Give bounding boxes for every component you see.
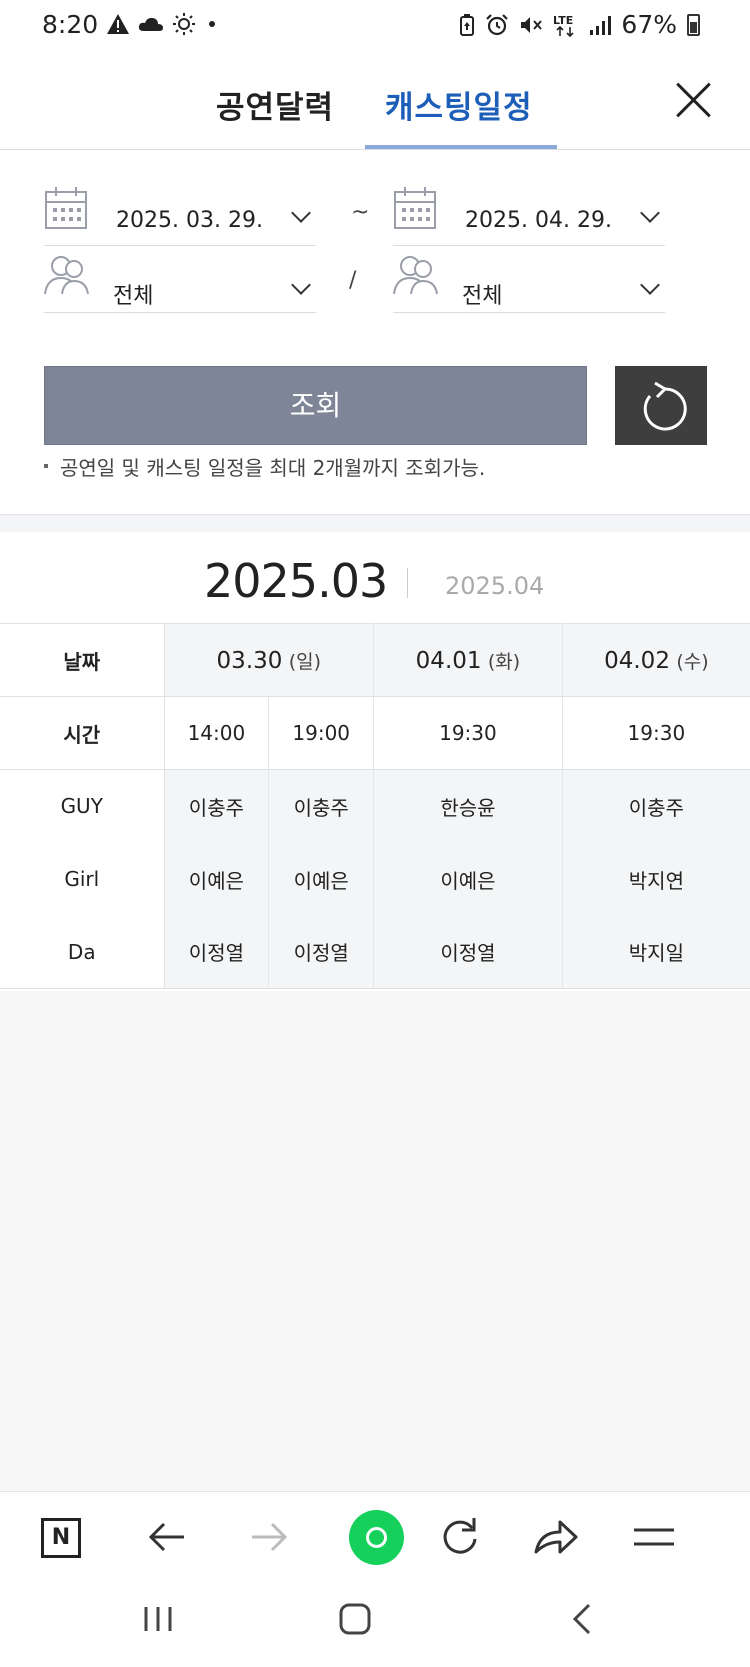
alarm-icon [486,13,509,35]
battery-icon [687,13,700,36]
cast-from-value: 전체 [113,284,154,309]
system-nav-bar [0,1579,750,1667]
table-row: 날짜 03.30 (일) 04.01 (화) 04.02 (수) [0,623,750,697]
reset-button[interactable] [615,366,707,445]
battery-saver-icon [460,13,475,36]
month-header: 2025.03 2025.04 [0,532,750,624]
calendar-icon [394,187,436,229]
people-icon [44,256,89,295]
date-cell: 03.30 (일) [164,623,375,697]
casting-schedule-table: 날짜 03.30 (일) 04.01 (화) 04.02 (수) 시간 14:0… [0,623,750,989]
table-row: Da 이정열 이정열 이정열 박지일 [0,915,750,989]
month-divider [407,568,408,598]
cast-to-value: 전체 [462,284,503,309]
cast-cell: 박지연 [562,842,750,916]
close-icon[interactable] [674,80,714,120]
search-note: 공연일 및 캐스팅 일정을 최대 2개월까지 조회가능. [44,452,485,481]
search-button[interactable]: 조회 [44,366,587,445]
cast-cell: 이정열 [373,915,563,989]
menu-icon[interactable] [626,1512,682,1562]
filter-panel: 2025. 03. 29. ~ 2025. 04. 29. 전체 / 전체 조회… [0,150,750,515]
mute-icon [521,16,543,33]
share-icon[interactable] [528,1512,584,1562]
start-date-value: 2025. 03. 29. [116,208,263,233]
svg-text:LTE: LTE [553,14,573,27]
people-icon [393,256,438,295]
browser-toolbar: N [0,1491,750,1579]
cast-cell: 이충주 [562,769,750,843]
cast-cell: 이예은 [164,842,270,916]
recent-apps-icon[interactable] [140,1599,176,1639]
table-row: 시간 14:00 19:00 19:30 19:30 [0,696,750,770]
end-date-value: 2025. 04. 29. [465,208,612,233]
chevron-down-icon [291,275,311,295]
section-divider [0,514,750,532]
cast-separator: / [349,268,357,293]
tab-bar: 공연달력 캐스팅일정 [0,60,750,150]
naver-home-button[interactable]: N [41,1518,81,1558]
chevron-down-icon [640,203,660,223]
status-time: 8:20 [42,10,99,39]
green-dot-button[interactable] [349,1510,404,1565]
role-label: Da [0,915,165,989]
time-cell: 19:30 [373,696,563,770]
cast-cell: 이충주 [164,769,270,843]
date-cell: 04.02 (수) [562,623,750,697]
current-month[interactable]: 2025.03 [204,554,388,608]
cloud-icon [138,17,163,31]
next-month[interactable]: 2025.04 [445,572,544,600]
back-arrow-icon[interactable] [140,1512,196,1562]
calendar-icon [45,187,87,229]
table-row: Girl 이예은 이예은 이예은 박지연 [0,842,750,916]
end-date-select[interactable]: 2025. 04. 29. [393,186,665,246]
cast-cell: 박지일 [562,915,750,989]
signal-icon [590,15,612,35]
forward-arrow-icon[interactable] [240,1512,296,1562]
cast-cell: 이정열 [268,915,375,989]
cast-from-select[interactable]: 전체 [44,252,316,313]
lte-icon: LTE [553,14,574,37]
start-date-select[interactable]: 2025. 03. 29. [44,186,316,246]
cast-cell: 이충주 [268,769,375,843]
battery-percent: 67% [621,10,677,39]
cast-cell: 한승윤 [373,769,563,843]
dot-icon [209,21,215,27]
status-bar: 8:20 LTE 67% [0,0,750,54]
role-label: Girl [0,842,165,916]
cast-cell: 이예은 [268,842,375,916]
refresh-icon [643,381,687,431]
sun-icon [173,13,195,35]
time-cell: 19:30 [562,696,750,770]
tab-casting-schedule[interactable]: 캐스팅일정 [385,82,533,127]
empty-content-area [0,991,750,1491]
time-cell: 14:00 [164,696,270,770]
time-cell: 19:00 [268,696,375,770]
chevron-down-icon [640,275,660,295]
cast-to-select[interactable]: 전체 [393,252,665,313]
back-icon[interactable] [565,1599,601,1639]
reload-icon[interactable] [432,1512,488,1562]
table-row: GUY 이충주 이충주 한승윤 이충주 [0,769,750,843]
row-header-time: 시간 [0,696,165,770]
chevron-down-icon [291,203,311,223]
range-separator: ~ [351,200,370,225]
tab-performance-calendar[interactable]: 공연달력 [216,82,334,127]
date-cell: 04.01 (화) [373,623,563,697]
role-label: GUY [0,769,165,843]
cast-cell: 이정열 [164,915,270,989]
home-icon[interactable] [335,1599,375,1639]
cast-cell: 이예은 [373,842,563,916]
warning-icon [107,14,129,34]
row-header-date: 날짜 [0,623,165,697]
active-tab-indicator [365,145,557,149]
